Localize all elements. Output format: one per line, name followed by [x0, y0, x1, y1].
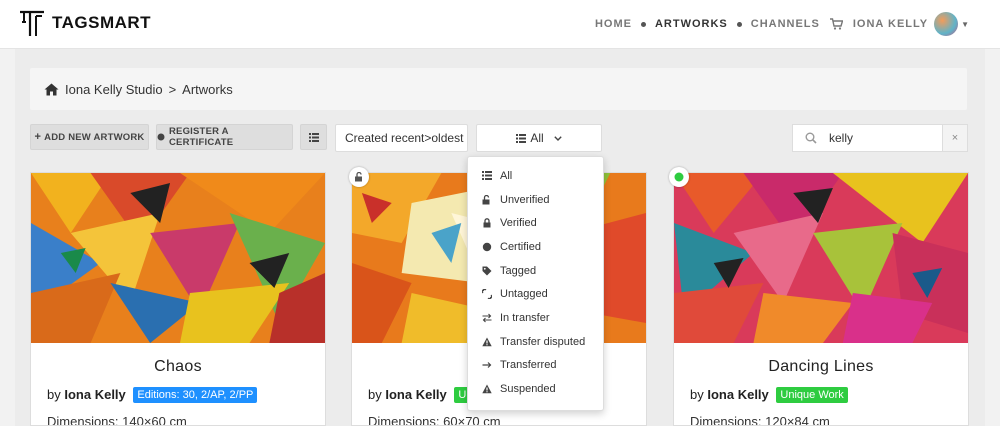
- filter-dropdown-menu: All Unverified Verified Certified Tagged…: [467, 156, 604, 411]
- sort-select[interactable]: Created recent>oldest: [335, 124, 468, 152]
- artwork-image-dancing-lines[interactable]: [674, 173, 968, 343]
- warning-icon: [482, 384, 492, 394]
- list-view-button[interactable]: [300, 124, 327, 150]
- filter-option-unverified[interactable]: Unverified: [468, 188, 603, 212]
- filter-select[interactable]: All: [476, 124, 602, 152]
- artwork-card-1[interactable]: Chaos by Iona Kelly Editions: 30, 2/AP, …: [30, 172, 326, 426]
- register-certificate-button[interactable]: REGISTER A CERTIFICATE: [156, 124, 293, 150]
- list-icon: [516, 133, 527, 143]
- arrow-right-icon: [482, 360, 492, 370]
- artwork-image-chaos[interactable]: [31, 173, 325, 343]
- artwork-artist-line: by Iona Kelly Unique Work: [690, 387, 848, 403]
- filter-option-verified[interactable]: Verified: [468, 211, 603, 235]
- artwork-artist: Iona Kelly: [707, 387, 769, 402]
- logo[interactable]: TAGSMART: [18, 8, 151, 38]
- tag-icon: [482, 266, 492, 276]
- artwork-artist: Iona Kelly: [385, 387, 447, 402]
- unlock-icon: [349, 167, 369, 187]
- avatar[interactable]: [934, 12, 959, 36]
- lock-icon: [482, 218, 492, 228]
- artwork-title[interactable]: Dancing Lines: [674, 358, 968, 376]
- artwork-dimensions: Dimensions: 60×70 cm: [368, 414, 501, 426]
- caret-down-icon[interactable]: ▼: [961, 20, 970, 29]
- unlink-icon: [482, 289, 492, 300]
- search-value: kelly: [829, 131, 854, 145]
- artwork-card-3[interactable]: Dancing Lines by Iona Kelly Unique Work …: [673, 172, 969, 426]
- chevron-down-icon: [553, 135, 562, 141]
- plus-icon: +: [34, 131, 42, 143]
- main-nav: HOME ARTWORKS CHANNELS IONA KELLY ▼: [595, 0, 970, 48]
- search-input[interactable]: kelly: [792, 124, 943, 152]
- add-new-artwork-button[interactable]: + ADD NEW ARTWORK: [30, 124, 149, 150]
- list-icon: [308, 132, 319, 142]
- nav-separator-dot: [640, 21, 646, 27]
- filter-option-in-transfer[interactable]: In transfer: [468, 306, 603, 330]
- artwork-artist-line: by Iona Kelly Un: [368, 387, 477, 403]
- nav-home[interactable]: HOME: [595, 18, 632, 30]
- filter-option-transferred[interactable]: Transferred: [468, 354, 603, 378]
- tagsmart-logo-icon: [20, 10, 44, 36]
- filter-option-suspended[interactable]: Suspended: [468, 377, 603, 401]
- nav-separator-dot: [736, 21, 742, 27]
- breadcrumb: Iona Kelly Studio > Artworks: [30, 68, 967, 110]
- breadcrumb-artworks: Artworks: [182, 81, 233, 97]
- artwork-artist: Iona Kelly: [64, 387, 126, 402]
- filter-option-untagged[interactable]: Untagged: [468, 282, 603, 306]
- list-icon: [482, 171, 492, 181]
- close-icon: ×: [951, 132, 959, 144]
- clear-search-button[interactable]: ×: [943, 124, 968, 152]
- cart-icon[interactable]: [829, 18, 843, 30]
- filter-option-tagged[interactable]: Tagged: [468, 259, 603, 283]
- certificate-icon: [157, 133, 165, 141]
- unlock-icon: [482, 194, 492, 205]
- breadcrumb-separator: >: [168, 81, 177, 97]
- breadcrumb-studio[interactable]: Iona Kelly Studio: [65, 82, 163, 97]
- user-menu-name[interactable]: IONA KELLY: [853, 18, 928, 30]
- status-badge: Editions: 30, 2/AP, 2/PP: [133, 387, 258, 403]
- filter-option-transfer-disputed[interactable]: Transfer disputed: [468, 330, 603, 354]
- artwork-artist-line: by Iona Kelly Editions: 30, 2/AP, 2/PP: [47, 387, 258, 403]
- warning-icon: [482, 337, 492, 347]
- artwork-title[interactable]: Chaos: [31, 358, 325, 376]
- artwork-dimensions: Dimensions: 140×60 cm: [47, 414, 187, 426]
- top-navbar: TAGSMART HOME ARTWORKS CHANNELS IONA KEL…: [0, 0, 1000, 49]
- nav-channels[interactable]: CHANNELS: [751, 18, 820, 30]
- status-badge: Unique Work: [776, 387, 848, 403]
- search-icon: [805, 132, 817, 144]
- exchange-icon: [482, 313, 492, 323]
- nav-artworks[interactable]: ARTWORKS: [655, 18, 728, 30]
- status-dot-icon: [669, 167, 689, 187]
- filter-option-all[interactable]: All: [468, 164, 603, 188]
- artwork-dimensions: Dimensions: 120×84 cm: [690, 414, 830, 426]
- certificate-icon: [482, 242, 492, 252]
- home-icon[interactable]: [44, 83, 59, 96]
- logo-text: TAGSMART: [52, 13, 152, 32]
- filter-option-certified[interactable]: Certified: [468, 235, 603, 259]
